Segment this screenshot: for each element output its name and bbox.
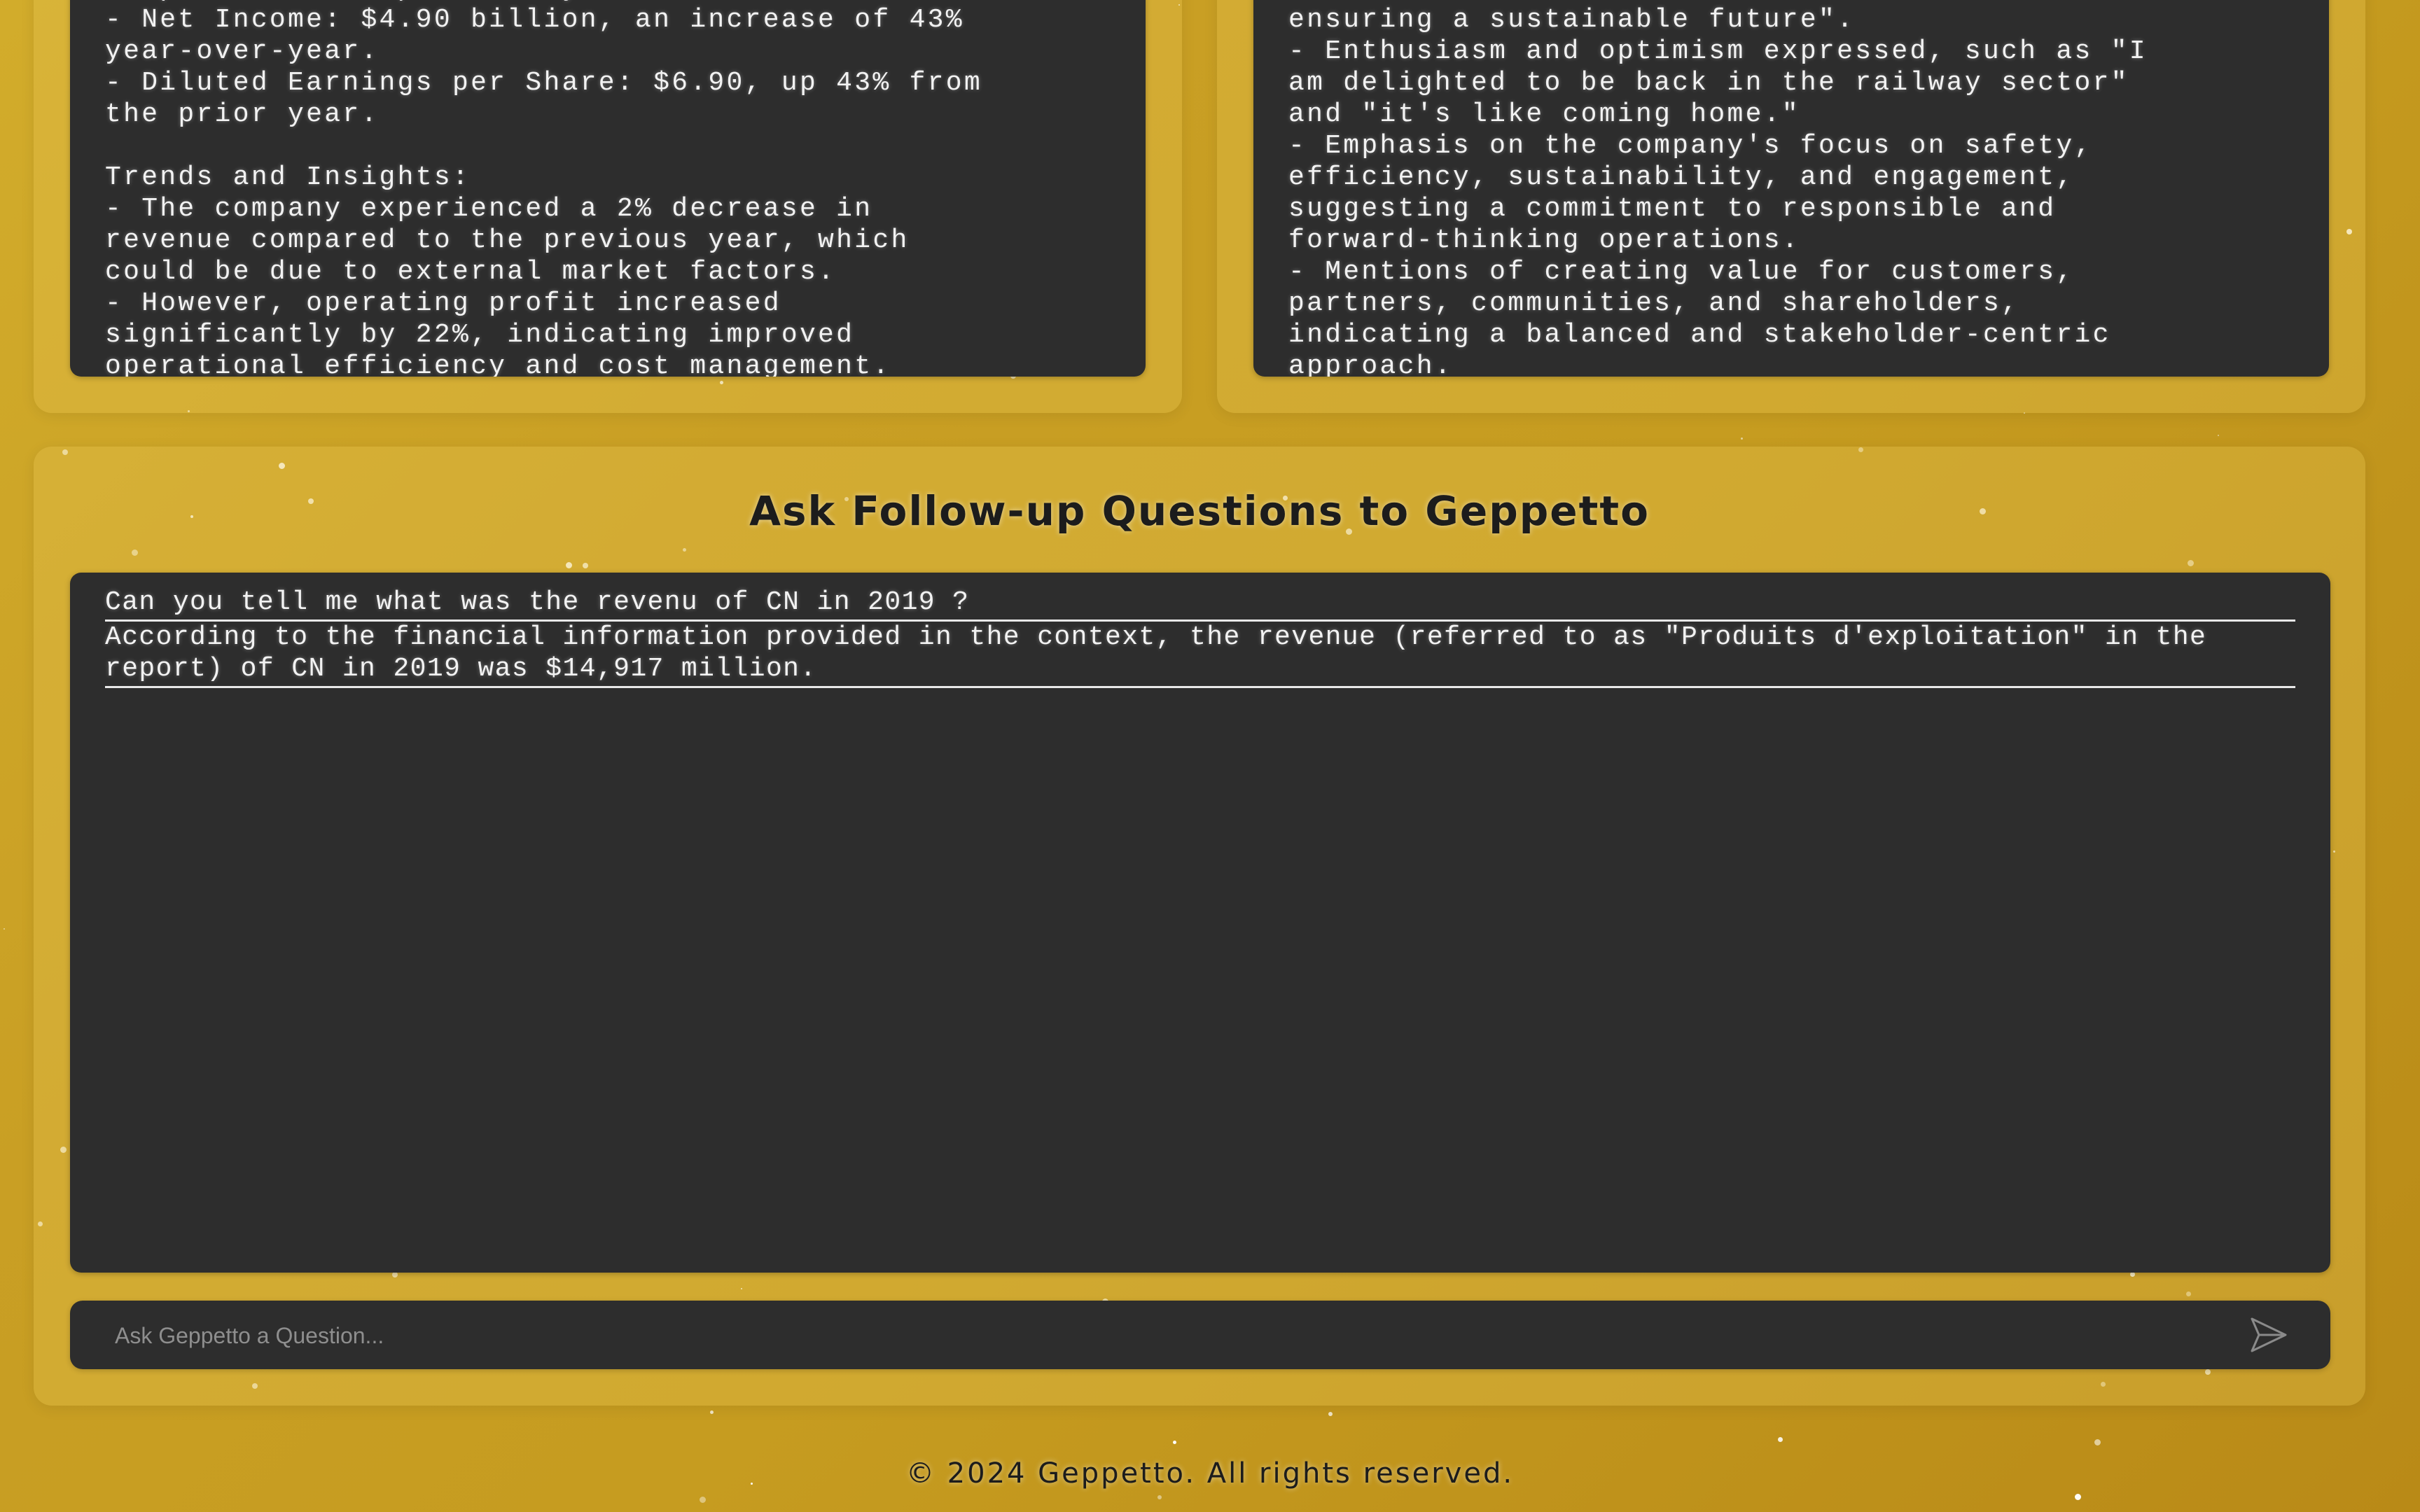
question-input[interactable] [113,1301,2182,1371]
star-dot [1778,1437,1783,1442]
sentiment-summary-text: ensuring a sustainable future". - Enthus… [1288,5,2148,377]
question-input-bar [70,1301,2330,1371]
sentiment-summary-box: ensuring a sustainable future". - Enthus… [1253,0,2329,377]
footer-copyright: © 2024 Geppetto. All rights reserved. [905,1457,1515,1490]
followup-title: Ask Follow-up Questions to Geppetto [749,487,1650,535]
star-dot [1328,1412,1333,1416]
star-dot [1741,438,1743,440]
star-dot [4,928,5,930]
star-dot [2218,435,2219,436]
send-icon [2251,1317,2287,1352]
send-button[interactable] [2248,1315,2290,1355]
star-dot [2075,1494,2081,1500]
star-dot [1173,1441,1176,1444]
chat-history[interactable]: Can you tell me what was the revenu of C… [70,573,2330,1273]
star-dot [700,1497,706,1503]
financial-summary-text: compared to the previous year. - Net Inc… [105,0,982,377]
chat-message-assistant: According to the financial information p… [105,622,2295,688]
financial-summary-panel: compared to the previous year. - Net Inc… [34,0,1182,413]
star-dot [1157,1495,1162,1499]
sentiment-summary-panel: ensuring a sustainable future". - Enthus… [1217,0,2365,413]
financial-summary-box: compared to the previous year. - Net Inc… [70,0,1146,377]
star-dot [710,1410,714,1414]
chat-message-user: Can you tell me what was the revenu of C… [105,587,2295,622]
followup-panel: Ask Follow-up Questions to Geppetto Can … [34,447,2365,1406]
star-dot [2094,1439,2101,1446]
